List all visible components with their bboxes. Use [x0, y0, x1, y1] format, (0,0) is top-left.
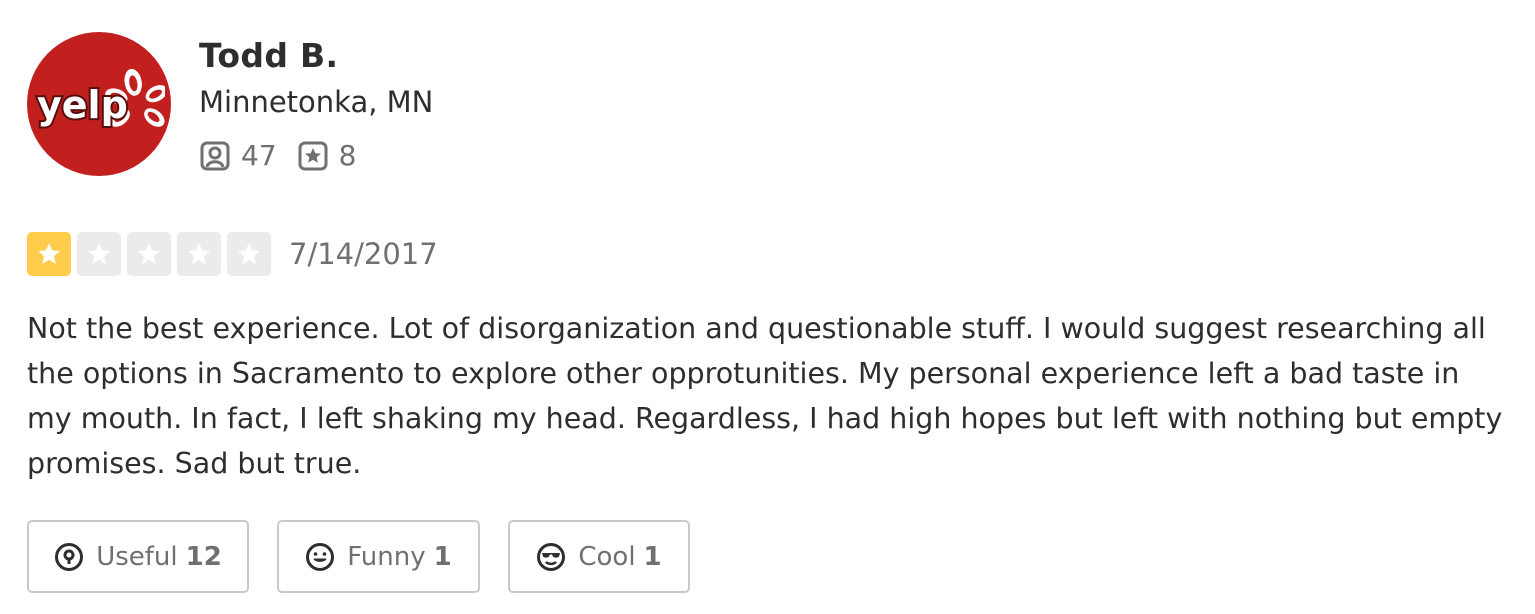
- star-icon: [138, 243, 160, 264]
- user-location: Minnetonka, MN: [199, 85, 434, 119]
- friends-count: 47: [241, 139, 277, 172]
- friends-icon: [200, 141, 230, 170]
- review-text: Not the best experience. Lot of disorgan…: [27, 312, 1503, 480]
- star-icon: [38, 243, 60, 264]
- star-icon: [238, 243, 260, 264]
- star-filled: [27, 232, 71, 276]
- funny-count: 1: [433, 541, 452, 572]
- user-stats: 47 8: [199, 139, 356, 172]
- cool-label: Cool: [578, 541, 636, 572]
- useful-button[interactable]: Useful 12: [27, 520, 249, 593]
- useful-count: 12: [185, 541, 222, 572]
- star-icon: [188, 243, 210, 264]
- star-empty: [77, 232, 121, 276]
- reviews-count: 8: [338, 139, 357, 172]
- star-empty: [127, 232, 171, 276]
- logo-text: yelp: [37, 83, 128, 127]
- funny-label: Funny: [347, 541, 426, 572]
- cool-icon: [537, 542, 566, 571]
- yelp-logo-icon: yelp: [35, 68, 165, 129]
- star-rating: [27, 232, 277, 276]
- star-icon: [88, 243, 110, 264]
- star-empty: [227, 232, 271, 276]
- reviews-stat: 8: [297, 139, 357, 172]
- star-empty: [177, 232, 221, 276]
- user-name[interactable]: Todd B.: [199, 36, 338, 75]
- funny-button[interactable]: Funny 1: [277, 520, 480, 593]
- funny-icon: [306, 542, 335, 571]
- avatar[interactable]: yelp: [27, 32, 171, 176]
- cool-count: 1: [643, 541, 662, 572]
- useful-icon: [55, 542, 84, 571]
- cool-button[interactable]: Cool 1: [508, 520, 690, 593]
- useful-label: Useful: [96, 541, 178, 572]
- review-card: yelp Todd B. Minnetonka, MN 47 8 7/14/20…: [0, 0, 1535, 614]
- review-star-icon: [298, 141, 328, 170]
- rating-row: 7/14/2017: [27, 232, 438, 276]
- friends-stat: 47: [199, 139, 277, 172]
- reaction-buttons: Useful 12 Funny 1 Cool 1: [27, 520, 690, 593]
- review-date: 7/14/2017: [289, 237, 438, 271]
